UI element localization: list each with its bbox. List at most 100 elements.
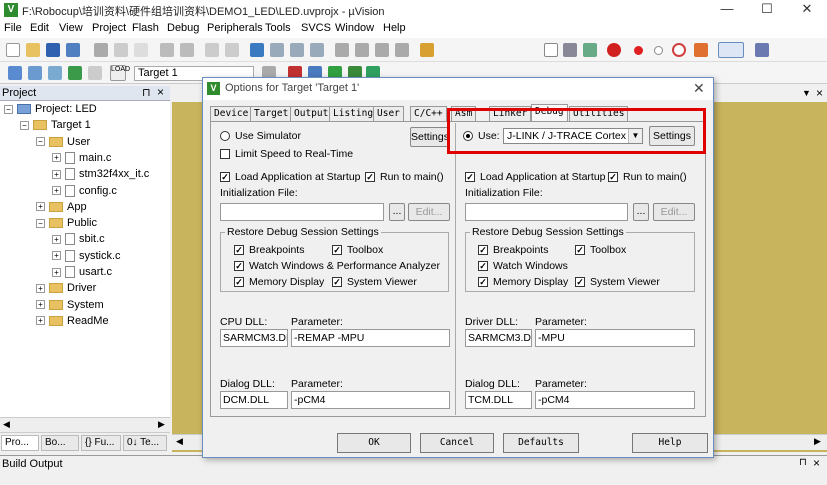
tab-device[interactable]: Device bbox=[210, 106, 253, 121]
menu-debug[interactable]: Debug bbox=[167, 22, 199, 34]
tab-functions[interactable]: {} Fu... bbox=[81, 435, 121, 451]
next-bookmark-icon[interactable] bbox=[290, 43, 304, 57]
breakpoint-icon[interactable] bbox=[634, 46, 643, 55]
help-button[interactable]: Help bbox=[632, 433, 708, 453]
menu-file[interactable]: File bbox=[4, 22, 22, 34]
right-dialog-dll-input[interactable]: TCM.DLL bbox=[465, 391, 532, 409]
copy-icon[interactable] bbox=[114, 43, 128, 57]
left-system-viewer-option[interactable]: ✓ System Viewer bbox=[332, 276, 417, 288]
menu-flash[interactable]: Flash bbox=[132, 22, 159, 34]
left-run-to-main-checkbox[interactable]: ✓ bbox=[365, 172, 375, 183]
ok-button[interactable]: OK bbox=[337, 433, 411, 453]
menu-project[interactable]: Project bbox=[92, 22, 126, 34]
right-watch-checkbox[interactable]: ✓ bbox=[478, 261, 488, 272]
tree-file-item[interactable]: + systick.c bbox=[52, 250, 121, 266]
left-dialog-param-input[interactable]: -pCM4 bbox=[291, 391, 450, 409]
nav-back-icon[interactable] bbox=[205, 43, 219, 57]
rebuild-icon[interactable] bbox=[48, 66, 62, 80]
limit-speed-option[interactable]: Limit Speed to Real-Time bbox=[220, 148, 353, 160]
menu-svcs[interactable]: SVCS bbox=[301, 22, 331, 34]
debug-session-icon[interactable] bbox=[607, 43, 621, 57]
tree-folder-item[interactable]: + ReadMe bbox=[36, 315, 109, 331]
expand-icon[interactable]: + bbox=[36, 283, 45, 293]
open-file-icon[interactable] bbox=[26, 43, 40, 57]
stop-build-icon[interactable] bbox=[88, 66, 102, 80]
right-init-file-input[interactable] bbox=[465, 203, 628, 221]
incremental-find-icon[interactable] bbox=[583, 43, 597, 57]
pin-icon[interactable]: ⊓ bbox=[142, 86, 151, 99]
bookmark-icon[interactable] bbox=[250, 43, 264, 57]
expand-icon[interactable]: + bbox=[36, 202, 45, 212]
batch-build-icon[interactable] bbox=[68, 66, 82, 80]
right-run-to-main-checkbox[interactable]: ✓ bbox=[608, 172, 618, 183]
dialog-close-button[interactable]: ✕ bbox=[693, 80, 705, 97]
right-browse-button[interactable]: ... bbox=[633, 203, 649, 221]
tab-project[interactable]: Pro... bbox=[1, 435, 39, 451]
minimize-button[interactable]: — bbox=[707, 0, 747, 20]
menu-view[interactable]: View bbox=[59, 22, 83, 34]
right-memory-checkbox[interactable]: ✓ bbox=[478, 277, 488, 288]
indent-icon[interactable] bbox=[335, 43, 349, 57]
build-output-close-icon[interactable]: × bbox=[813, 456, 820, 470]
cut-icon[interactable] bbox=[94, 43, 108, 57]
left-init-file-input[interactable] bbox=[220, 203, 384, 221]
simulator-settings-button[interactable]: Settings bbox=[410, 127, 450, 147]
tree-folder-item[interactable]: − User bbox=[36, 136, 90, 152]
right-breakpoints-checkbox[interactable]: ✓ bbox=[478, 245, 488, 256]
tab-target[interactable]: Target bbox=[250, 106, 293, 121]
disable-all-breakpoints-icon[interactable] bbox=[672, 43, 686, 57]
left-system-viewer-checkbox[interactable]: ✓ bbox=[332, 277, 342, 288]
tree-file-item[interactable]: + main.c bbox=[52, 152, 111, 168]
right-memory-option[interactable]: ✓ Memory Display bbox=[478, 276, 568, 288]
tab-list-icon[interactable]: ▼ bbox=[802, 88, 811, 98]
left-dialog-dll-input[interactable]: DCM.DLL bbox=[220, 391, 288, 409]
window-layout-icon[interactable] bbox=[718, 42, 744, 58]
tree-file-item[interactable]: + sbit.c bbox=[52, 233, 105, 249]
right-load-app-option[interactable]: ✓ Load Application at Startup bbox=[465, 171, 606, 183]
tree-file-item[interactable]: + stm32f4xx_it.c bbox=[52, 168, 149, 184]
comment-icon[interactable] bbox=[375, 43, 389, 57]
tree-folder-item[interactable]: + App bbox=[36, 201, 87, 217]
expand-icon[interactable]: + bbox=[52, 267, 61, 277]
collapse-icon[interactable]: − bbox=[36, 218, 45, 228]
left-edit-button[interactable]: Edit... bbox=[408, 203, 450, 221]
right-run-to-main-option[interactable]: ✓ Run to main() bbox=[608, 171, 687, 183]
left-watch-option[interactable]: ✓ Watch Windows & Performance Analyzer bbox=[234, 260, 440, 272]
new-file-icon[interactable] bbox=[6, 43, 20, 57]
translate-icon[interactable] bbox=[8, 66, 22, 80]
right-toolbox-checkbox[interactable]: ✓ bbox=[575, 245, 585, 256]
project-scrollbar[interactable]: ◀ ▶ bbox=[0, 417, 170, 432]
right-dialog-param-input[interactable]: -pCM4 bbox=[535, 391, 695, 409]
expand-icon[interactable]: + bbox=[36, 300, 45, 310]
nav-forward-icon[interactable] bbox=[225, 43, 239, 57]
expand-icon[interactable]: + bbox=[52, 169, 61, 179]
left-memory-checkbox[interactable]: ✓ bbox=[234, 277, 244, 288]
expand-icon[interactable]: + bbox=[52, 153, 61, 163]
save-all-icon[interactable] bbox=[66, 43, 80, 57]
defaults-button[interactable]: Defaults bbox=[503, 433, 579, 453]
menu-peripherals[interactable]: Peripherals bbox=[207, 22, 263, 34]
left-load-app-option[interactable]: ✓ Load Application at Startup bbox=[220, 171, 361, 183]
save-icon[interactable] bbox=[46, 43, 60, 57]
left-run-to-main-option[interactable]: ✓ Run to main() bbox=[365, 171, 444, 183]
driver-dll-input[interactable]: SARMCM3.DLL bbox=[465, 329, 532, 347]
editor-close-icon[interactable]: × bbox=[816, 86, 823, 100]
collapse-icon[interactable]: − bbox=[36, 137, 45, 147]
tab-templates[interactable]: 0↓ Te... bbox=[123, 435, 167, 451]
expand-icon[interactable]: + bbox=[52, 234, 61, 244]
tree-file-item[interactable]: + usart.c bbox=[52, 266, 112, 282]
kill-breakpoints-icon[interactable] bbox=[694, 43, 708, 57]
right-watch-option[interactable]: ✓ Watch Windows bbox=[478, 260, 568, 272]
find-icon[interactable] bbox=[563, 43, 577, 57]
left-browse-button[interactable]: ... bbox=[389, 203, 405, 221]
limit-speed-checkbox[interactable] bbox=[220, 149, 230, 160]
left-load-app-checkbox[interactable]: ✓ bbox=[220, 172, 230, 183]
unindent-icon[interactable] bbox=[355, 43, 369, 57]
right-breakpoints-option[interactable]: ✓ Breakpoints bbox=[478, 244, 548, 256]
find-dropdown-icon[interactable] bbox=[544, 43, 558, 57]
close-button[interactable]: ✕ bbox=[787, 0, 827, 20]
left-memory-option[interactable]: ✓ Memory Display bbox=[234, 276, 324, 288]
collapse-icon[interactable]: − bbox=[4, 104, 13, 114]
undo-icon[interactable] bbox=[160, 43, 174, 57]
menu-edit[interactable]: Edit bbox=[30, 22, 49, 34]
